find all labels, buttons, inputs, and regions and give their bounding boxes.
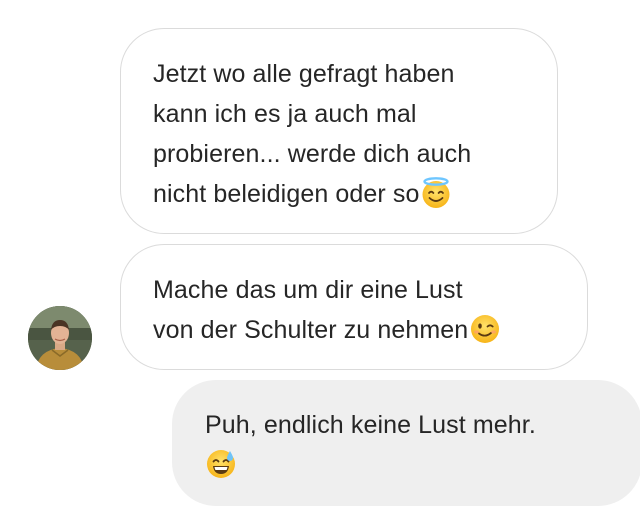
message-bubble-incoming[interactable]: Mache das um dir eine Lust von der Schul… — [120, 244, 588, 370]
message-bubble-incoming[interactable]: Jetzt wo alle gefragt haben kann ich es … — [120, 28, 558, 234]
message-text-line-last: von der Schulter zu nehmen — [153, 310, 557, 350]
message-text-line: kann ich es ja auch mal — [153, 100, 417, 128]
avatar[interactable] — [28, 306, 92, 370]
message-text: nicht beleidigen oder so — [153, 180, 420, 208]
message-text-line: Jetzt wo alle gefragt haben — [153, 60, 455, 88]
message-text-line: probieren... werde dich auch — [153, 140, 472, 168]
message-bubble-outgoing[interactable]: Puh, endlich keine Lust mehr. — [172, 380, 640, 506]
message-text-line: Puh, endlich keine Lust mehr. — [205, 411, 536, 439]
winking-face-icon — [469, 313, 501, 345]
grinning-face-with-sweat-icon — [205, 448, 237, 480]
message-text-line: Mache das um dir eine Lust — [153, 276, 463, 304]
smiling-face-with-halo-icon — [420, 177, 452, 209]
message-text: von der Schulter zu nehmen — [153, 316, 469, 344]
message-emoji-line — [205, 445, 612, 485]
message-text-line-last: nicht beleidigen oder so — [153, 174, 527, 214]
